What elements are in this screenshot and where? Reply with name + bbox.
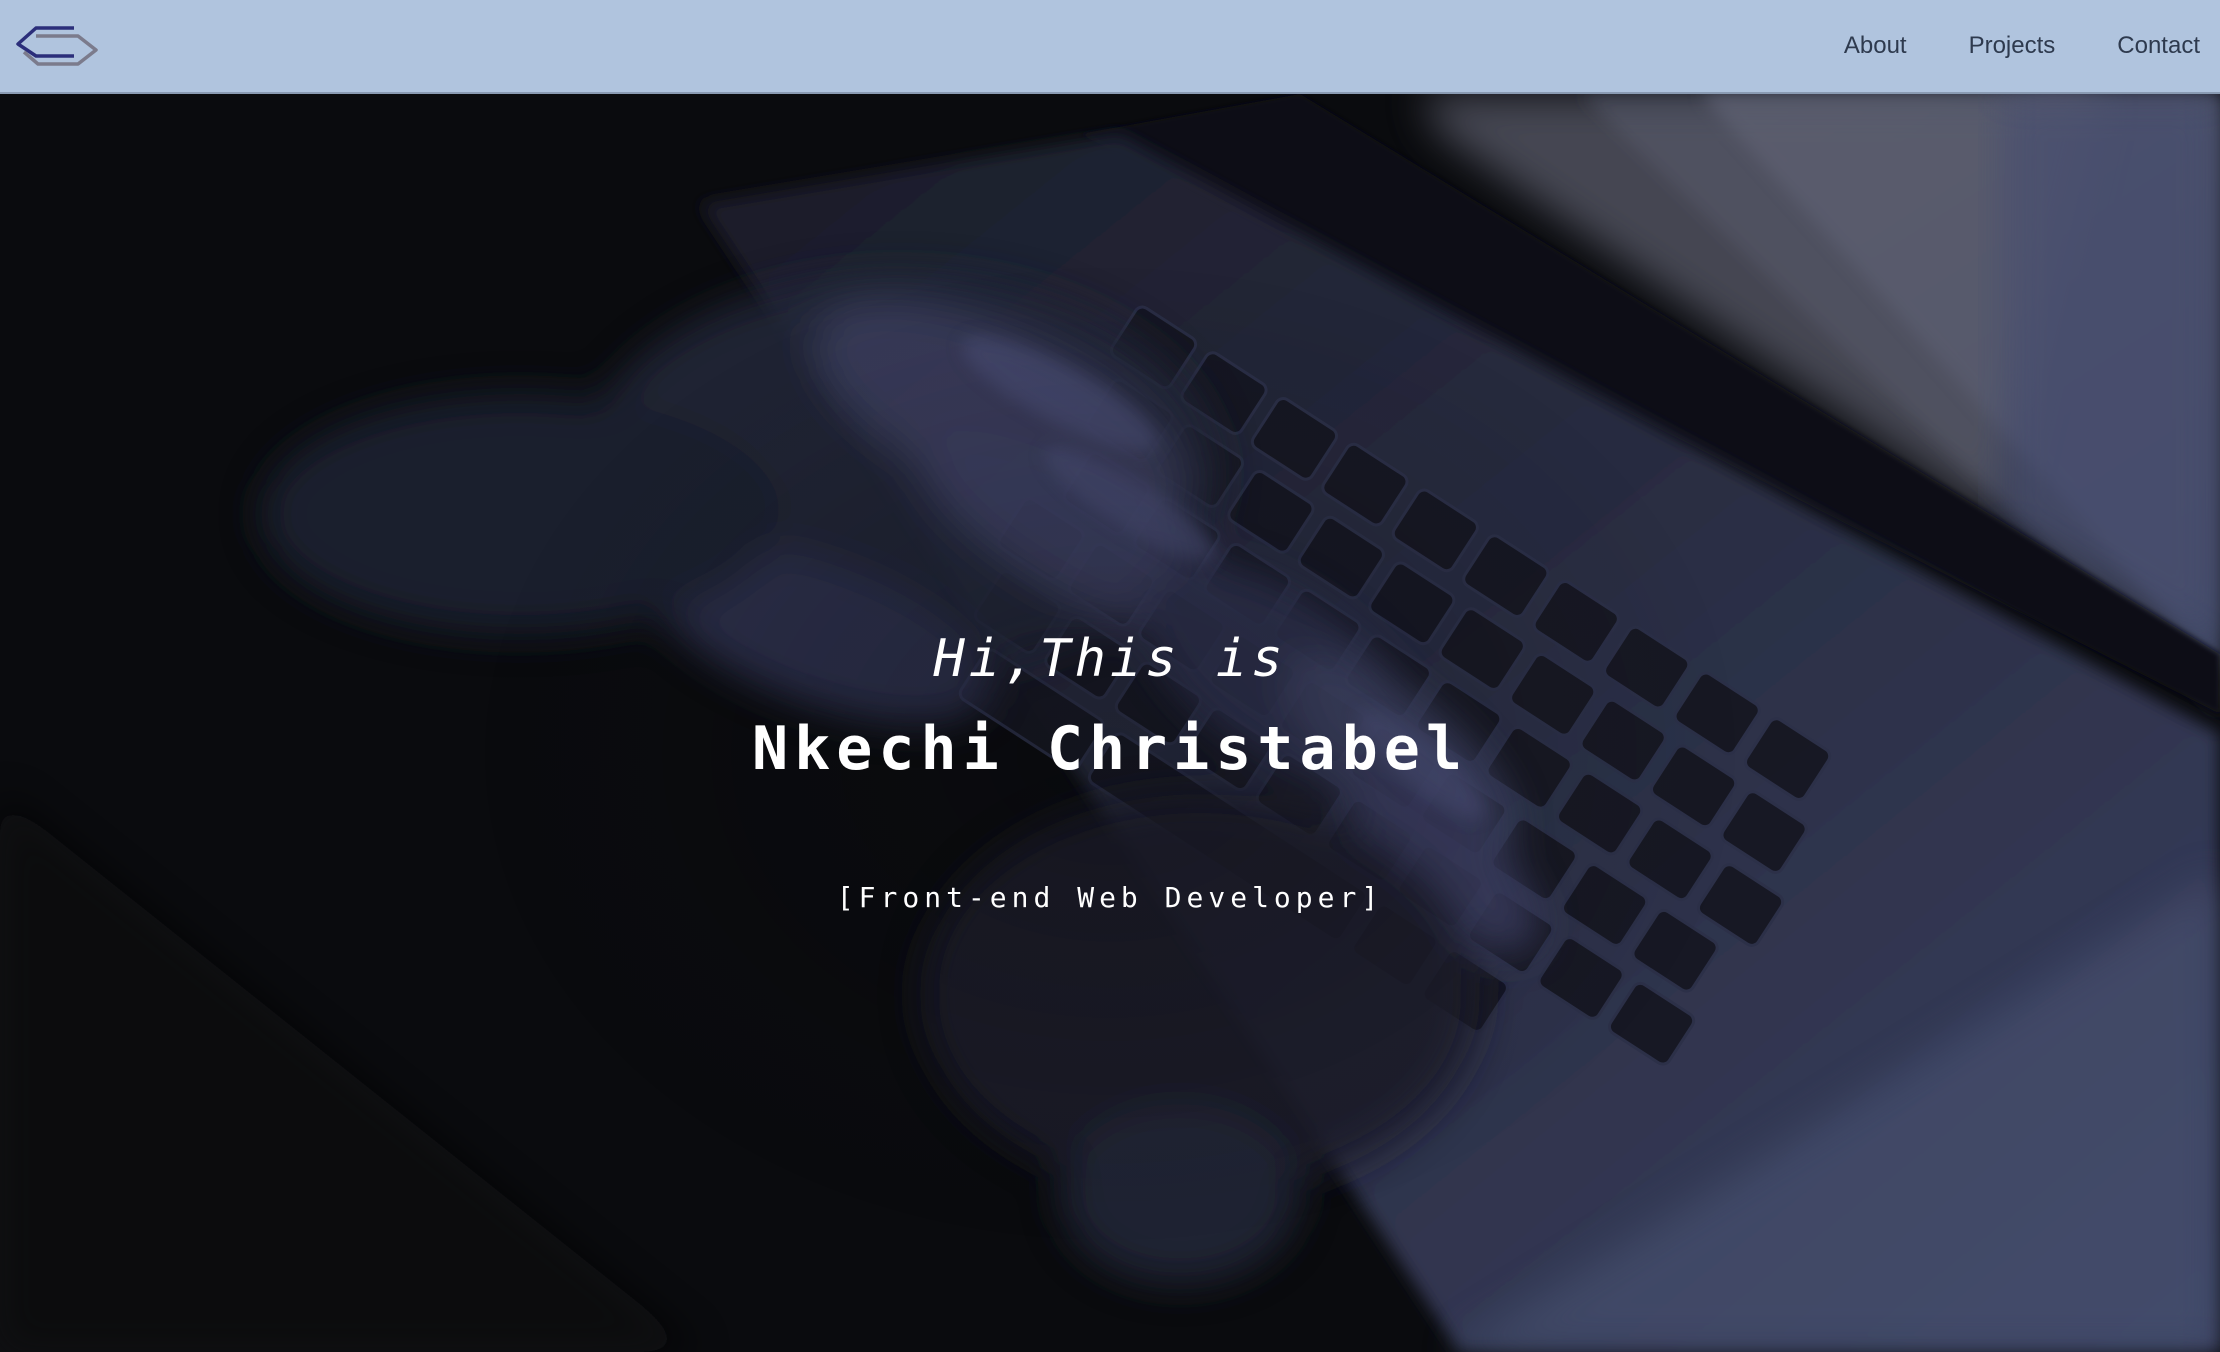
- nav-link-contact[interactable]: Contact: [2117, 32, 2200, 60]
- nav-links: About Projects Contact: [1782, 0, 2200, 92]
- hero-name: Nkechi Christabel: [751, 714, 1469, 784]
- nav-link-projects[interactable]: Projects: [1969, 32, 2056, 60]
- hero-greeting: Hi,This is: [933, 629, 1287, 689]
- hero-section: Hi,This is Nkechi Christabel [Front-end …: [0, 94, 2220, 1352]
- nav-link-about[interactable]: About: [1844, 32, 1907, 60]
- hero-role: [Front-end Web Developer]: [836, 881, 1384, 914]
- navbar: About Projects Contact: [0, 0, 2220, 94]
- hexagon-logo-icon[interactable]: [14, 24, 100, 68]
